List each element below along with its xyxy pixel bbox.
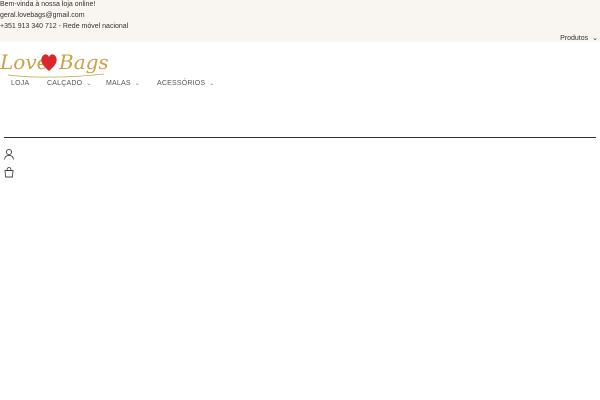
chevron-down-icon: ⌄ bbox=[86, 81, 92, 87]
logo-word-bags: Bags bbox=[58, 50, 109, 74]
nav-item-loja[interactable]: LOJA bbox=[11, 80, 29, 87]
nav-item-acessorios[interactable]: ACESSÓRIOS ⌄ bbox=[157, 80, 215, 87]
contact-phone[interactable]: +351 913 340 712 - Rede móvel nacional bbox=[0, 23, 128, 30]
nav-item-calcado[interactable]: CALÇADO ⌄ bbox=[47, 80, 91, 87]
products-menu-label: Produtos bbox=[560, 34, 589, 42]
user-icon[interactable] bbox=[3, 147, 15, 160]
chevron-down-icon: ⌄ bbox=[134, 81, 140, 87]
nav-item-label: LOJA bbox=[11, 80, 30, 87]
nav-item-label: ACESSÓRIOS bbox=[157, 80, 206, 87]
search-input[interactable] bbox=[4, 130, 596, 137]
search-underline bbox=[4, 137, 596, 138]
nav-item-label: CALÇADO bbox=[47, 80, 83, 87]
products-menu[interactable]: Produtos ⌄ bbox=[560, 33, 600, 43]
top-info-bar: Bem-vinda à nossa loja online! geral.lov… bbox=[0, 0, 600, 42]
welcome-text: Bem-vinda à nossa loja online! bbox=[0, 1, 96, 8]
chevron-down-icon: ⌄ bbox=[209, 81, 215, 87]
nav-item-label: MALAS bbox=[106, 80, 131, 87]
site-logo[interactable]: Love Bags bbox=[0, 41, 112, 81]
nav-item-malas[interactable]: MALAS ⌄ bbox=[106, 80, 140, 87]
shopping-bag-icon[interactable] bbox=[3, 165, 15, 178]
contact-email[interactable]: geral.lovebags@gmail.com bbox=[0, 12, 85, 19]
chevron-down-icon: ⌄ bbox=[592, 34, 598, 42]
logo-word-love: Love bbox=[0, 50, 48, 74]
